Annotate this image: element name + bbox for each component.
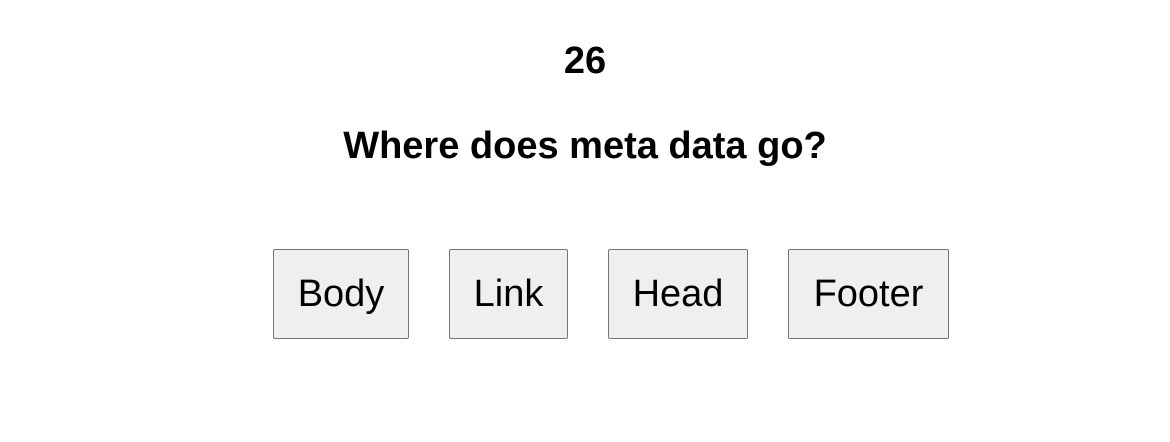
answer-button-head[interactable]: Head	[608, 249, 748, 339]
question-text: Where does meta data go?	[343, 125, 827, 167]
question-number: 26	[563, 40, 607, 82]
answer-button-footer[interactable]: Footer	[788, 249, 949, 339]
answer-button-link[interactable]: Link	[449, 249, 568, 339]
answer-button-body[interactable]: Body	[273, 249, 409, 339]
answer-options: Body Link Head Footer	[273, 249, 949, 339]
